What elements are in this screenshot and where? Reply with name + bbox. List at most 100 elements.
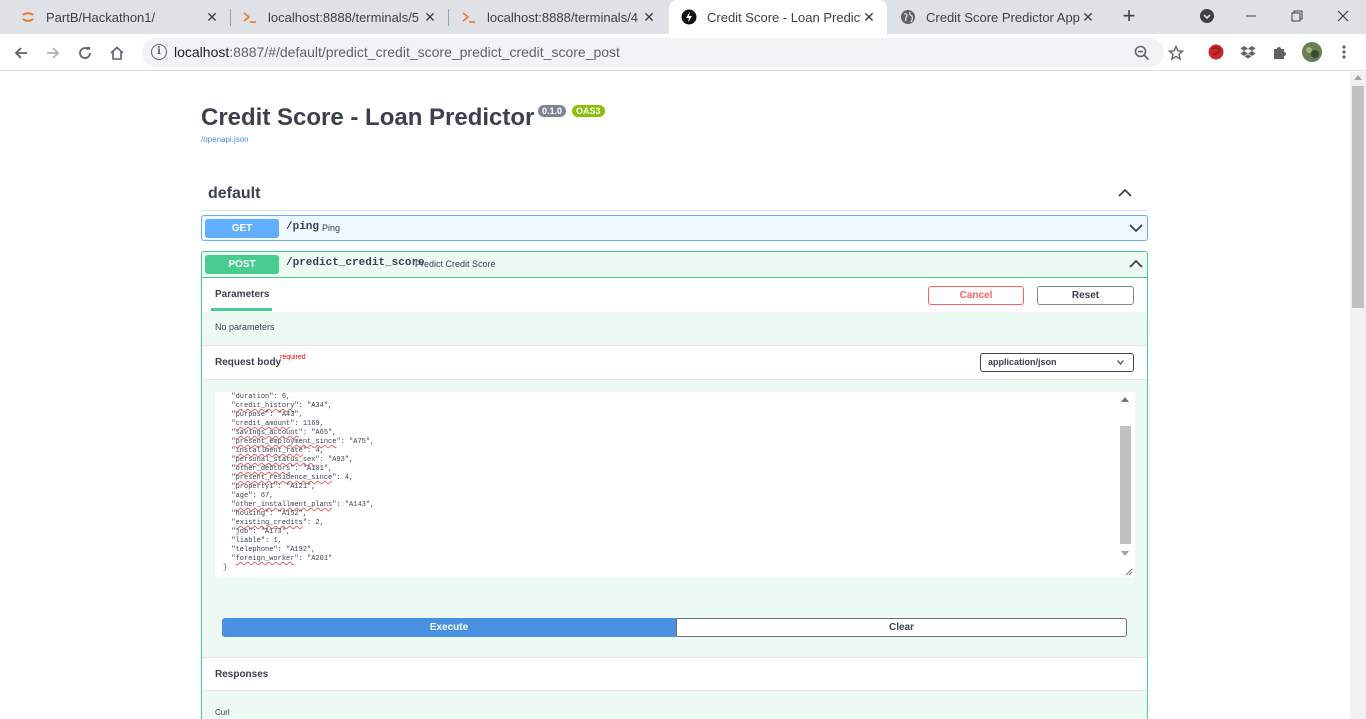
operation-path: /predict_credit_score [286, 257, 425, 269]
tab-search-icon[interactable] [1194, 4, 1220, 28]
json-value: "A143", [344, 501, 375, 509]
browser-tab-3[interactable]: localhost:8888/terminals/4 ✕ [449, 0, 667, 34]
scroll-up-arrow-icon[interactable] [1121, 397, 1129, 402]
json-key: liable [235, 537, 261, 545]
json-key: foreign_worker [235, 555, 295, 563]
json-key: age [235, 492, 249, 500]
browser-tab-active[interactable]: Credit Score - Loan Predictor ✕ [669, 0, 887, 34]
tab-title: Credit Score - Loan Predictor [707, 9, 861, 25]
version-badge: 0.1.0 [538, 105, 567, 117]
address-bar[interactable]: i localhost:8887/#/default/predict_credi… [142, 38, 1184, 67]
json-key: housing [235, 510, 266, 518]
execute-button[interactable]: Execute [222, 618, 676, 637]
section-default-header[interactable]: default [201, 176, 1148, 211]
method-badge-post: POST [205, 255, 279, 274]
json-line: "existing_credits": 2, [223, 519, 324, 527]
operation-summary: Predict Credit Score [415, 259, 496, 269]
profile-avatar[interactable] [1302, 42, 1322, 62]
json-value: "A192", [286, 546, 316, 554]
operation-post-summary-bar[interactable]: POST /predict_credit_score Predict Credi… [202, 252, 1147, 277]
home-icon[interactable] [104, 40, 130, 66]
request-body-editor[interactable]: "duration": 6, "credit_history": "A34", … [215, 392, 1135, 578]
editor-scrollbar[interactable] [1118, 394, 1132, 566]
openapi-json-link[interactable]: /openapi.json [201, 135, 249, 144]
site-info-icon[interactable]: i [151, 44, 167, 60]
json-value: 6, [281, 393, 291, 401]
no-parameters-text: No parameters [215, 322, 275, 332]
json-key: other_installment_plans [235, 501, 333, 509]
json-line: "property1": "A121", [223, 483, 316, 491]
scroll-thumb[interactable] [1352, 86, 1364, 308]
back-icon[interactable] [8, 40, 34, 66]
browser-tab-1[interactable]: PartB/Hackathon1/ ✕ [8, 0, 230, 34]
reset-button[interactable]: Reset [1037, 286, 1134, 305]
scroll-up-arrow-icon[interactable] [1354, 75, 1362, 80]
json-closing-brace: } [223, 564, 228, 572]
dropbox-icon[interactable] [1238, 42, 1258, 62]
globe-icon [900, 9, 916, 25]
json-value: "A121", [286, 483, 316, 491]
tab-title: localhost:8888/terminals/4 [487, 9, 639, 25]
json-line: "liable": 1, [223, 537, 282, 545]
reload-icon[interactable] [72, 40, 98, 66]
close-window-icon[interactable] [1330, 4, 1356, 28]
restore-icon[interactable] [1284, 4, 1310, 28]
request-body-label: Request body [215, 357, 282, 368]
close-icon[interactable]: ✕ [641, 9, 657, 25]
json-value: 4, [315, 447, 324, 455]
json-value: "A75", [349, 438, 375, 446]
new-tab-icon[interactable]: + [1118, 5, 1140, 28]
oas-badge: OAS3 [572, 105, 605, 117]
scroll-thumb[interactable] [1120, 426, 1131, 544]
json-value: 1, [273, 537, 282, 545]
json-key: purpose [235, 411, 266, 419]
bookmark-star-icon[interactable] [1166, 43, 1186, 63]
json-value: "A43", [277, 411, 303, 419]
operation-summary: Ping [322, 223, 341, 233]
zoom-icon[interactable] [1132, 43, 1152, 63]
close-icon[interactable]: ✕ [1080, 9, 1096, 25]
tab-parameters[interactable]: Parameters [215, 289, 269, 300]
extensions-puzzle-icon[interactable] [1270, 42, 1290, 62]
json-key: other_debtors [235, 465, 291, 473]
json-line: "foreign_worker": "A201" [223, 555, 333, 563]
operation-get-ping[interactable]: GET /ping Ping [201, 215, 1148, 241]
close-icon[interactable]: ✕ [204, 9, 220, 25]
page-scrollbar[interactable] [1350, 72, 1366, 719]
json-value: "A152", [277, 510, 308, 518]
browser-tab-5[interactable]: Credit Score Predictor App ✕ [888, 0, 1106, 34]
json-key: present_employment_since [235, 438, 337, 446]
close-icon[interactable]: ✕ [422, 9, 438, 25]
tab-title: PartB/Hackathon1/ [46, 9, 156, 25]
json-line: "housing": "A152", [223, 510, 308, 518]
json-key: property1 [235, 483, 274, 491]
content-type-value: application/json [988, 357, 1057, 367]
active-tab-indicator [211, 308, 272, 311]
json-key: credit_amount [235, 420, 291, 428]
json-line: "savings_account": "A65", [223, 429, 337, 437]
responses-header: Responses [202, 657, 1147, 691]
resize-grip-icon[interactable] [1124, 567, 1133, 576]
content-type-select[interactable]: application/json [980, 353, 1134, 372]
browser-menu-icon[interactable] [1334, 42, 1354, 62]
json-value: "A34", [307, 402, 333, 410]
red-extension-icon[interactable] [1206, 42, 1226, 62]
json-line: "job": "A173", [223, 528, 291, 536]
page-title: Credit Score - Loan Predictor [201, 104, 535, 131]
clear-button[interactable]: Clear [676, 618, 1127, 637]
scroll-down-arrow-icon[interactable] [1121, 551, 1129, 556]
json-value: "A93", [328, 456, 354, 464]
json-key: job [235, 528, 249, 536]
browser-toolbar: i localhost:8887/#/default/predict_credi… [0, 34, 1366, 71]
json-line: "personal_status_sex": "A93", [223, 456, 354, 464]
minimize-icon[interactable] [1238, 4, 1264, 28]
close-icon[interactable]: ✕ [861, 9, 877, 25]
json-line: "installment_rate": 4, [223, 447, 324, 455]
chevron-down-icon [1129, 224, 1143, 233]
cancel-button[interactable]: Cancel [928, 286, 1024, 305]
browser-tab-2[interactable]: localhost:8888/terminals/5 ✕ [230, 0, 448, 34]
bolt-icon [681, 9, 697, 25]
required-label: required [280, 354, 306, 361]
json-line: "age": 67, [223, 492, 274, 500]
forward-icon[interactable] [40, 40, 66, 66]
